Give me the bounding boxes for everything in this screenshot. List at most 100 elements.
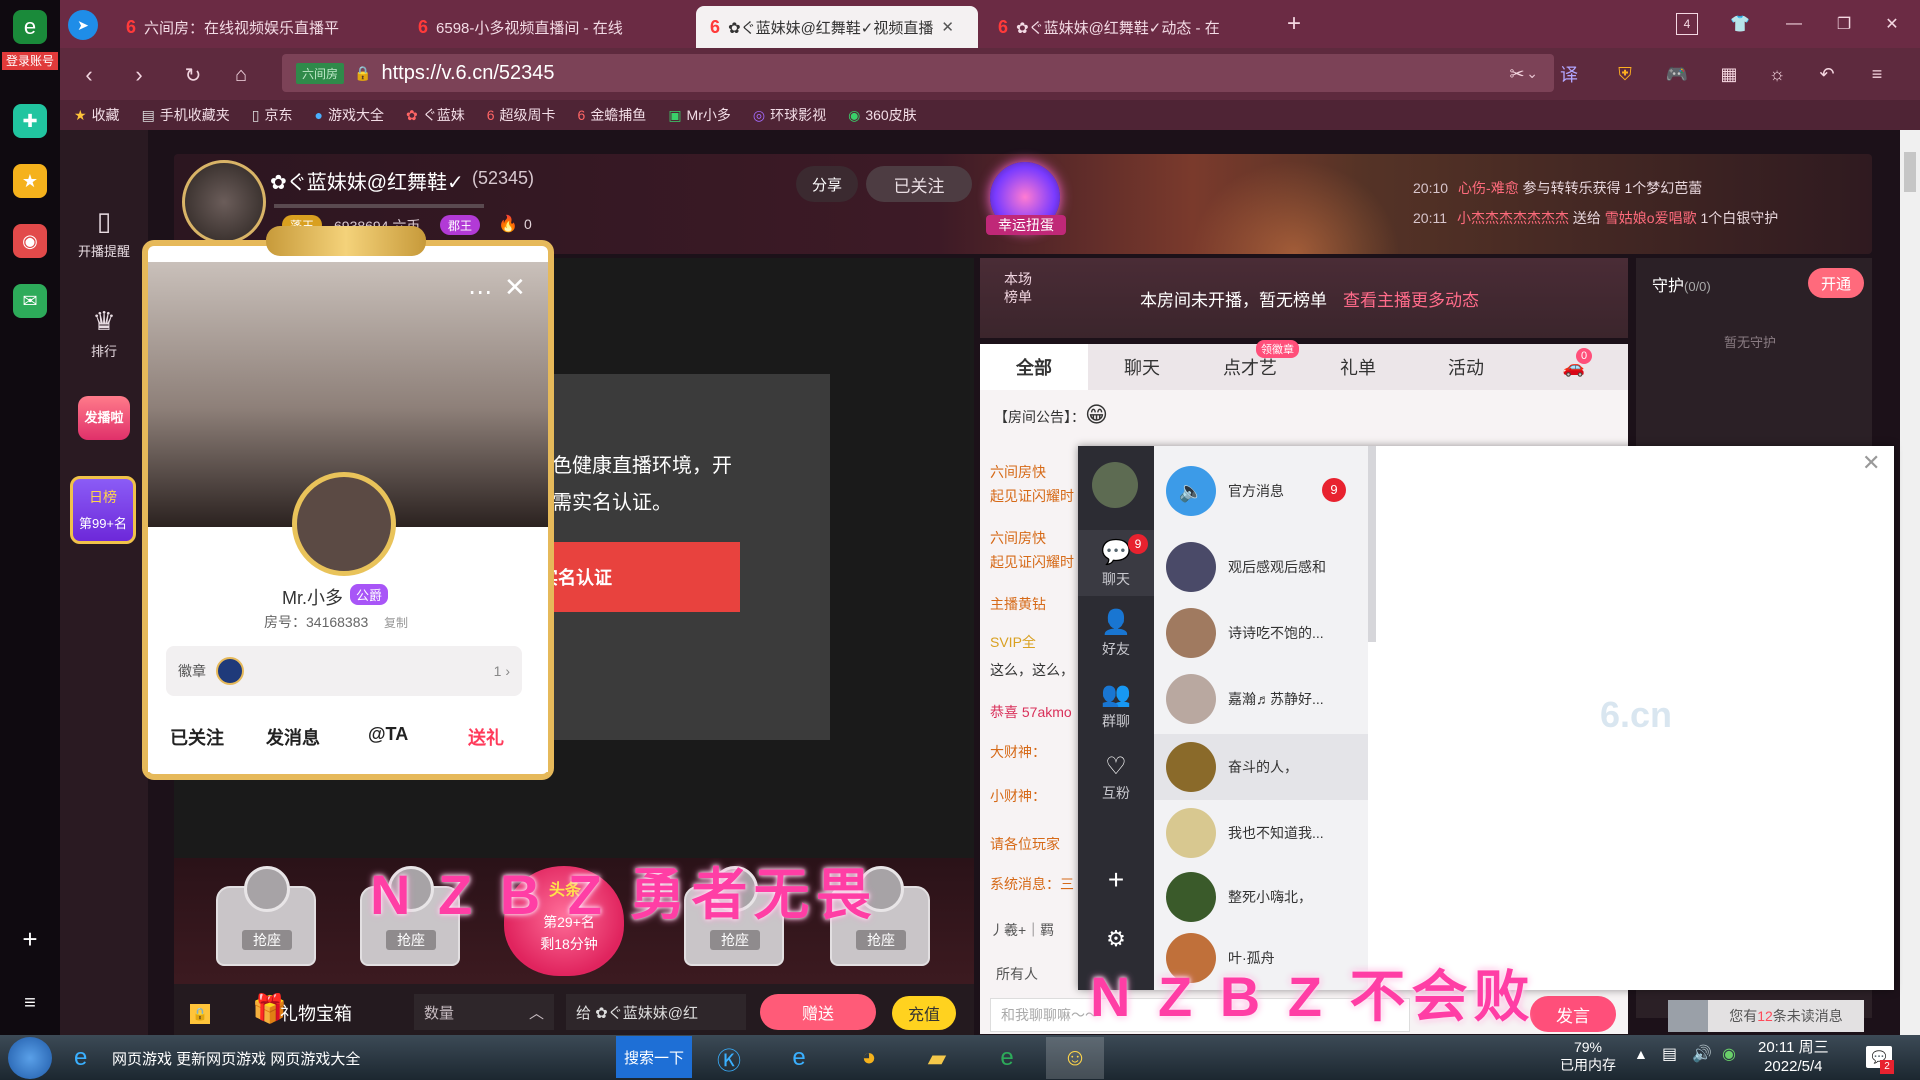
bookmark-lanmei[interactable]: ✿ ぐ蓝妹 <box>406 105 465 125</box>
bookmark-fishing[interactable]: 6 金蟾捕鱼 <box>578 105 647 125</box>
star-icon[interactable]: ★ <box>13 164 47 198</box>
bookmark-favorites[interactable]: ★ 收藏 <box>74 105 120 125</box>
mail-icon[interactable]: ✉ <box>13 284 47 318</box>
menu-icon[interactable]: ≡ <box>1860 60 1894 88</box>
card-badge-row[interactable]: 徽章 1 › <box>166 646 522 696</box>
back-button[interactable]: ‹ <box>74 60 104 90</box>
browser-logo-icon[interactable]: e <box>13 10 47 44</box>
taskbar-search-button[interactable]: 搜索一下 <box>616 1036 692 1078</box>
lock-gift-icon[interactable]: 🔒 <box>190 1004 210 1024</box>
ie-app-icon[interactable]: e <box>770 1037 828 1079</box>
volume-icon[interactable]: 🔊 <box>1692 1044 1712 1064</box>
url-field[interactable]: 六间房 🔒 https://v.6.cn/52345 ⌄ <box>282 54 1554 92</box>
share-button[interactable]: 分享 <box>796 166 858 202</box>
apps-grid-icon[interactable]: ▦ <box>1712 60 1746 88</box>
login-button[interactable]: 登录账号 <box>2 52 58 70</box>
im-nav-friends[interactable]: 👤 好友 <box>1078 608 1154 659</box>
game-icon[interactable]: 🎮 <box>1660 60 1694 88</box>
ranking-nav[interactable]: ♛ 排行 <box>60 306 148 360</box>
im-close-button[interactable]: ✕ <box>1862 450 1880 476</box>
card-close-button[interactable]: ✕ <box>504 272 526 303</box>
card-mention-button[interactable]: @TA <box>368 724 408 745</box>
chat-tab-car[interactable]: 🚗 <box>1520 344 1628 390</box>
conversation-item[interactable]: 诗诗吃不饱的... <box>1154 600 1368 666</box>
translate-icon[interactable]: 译 <box>1552 60 1586 88</box>
tab-count[interactable]: 4 <box>1676 13 1698 35</box>
reload-button[interactable]: ↻ <box>178 60 208 90</box>
more-options-icon[interactable]: ⋯ <box>468 278 492 307</box>
chat-tab-events[interactable]: 活动 <box>1412 344 1520 390</box>
im-user-avatar[interactable] <box>1092 462 1138 508</box>
bookmark-skin[interactable]: ◉ 360皮肤 <box>848 105 917 125</box>
list-icon[interactable]: ≡ <box>13 986 47 1020</box>
bookmark-jd[interactable]: ▯ 京东 <box>252 105 293 125</box>
shirt-icon[interactable]: 👕 <box>1726 10 1754 38</box>
copy-room-button[interactable]: 复制 <box>384 614 408 631</box>
daily-rank-badge[interactable]: 日榜 第99+名 <box>70 476 136 544</box>
conversation-item[interactable]: 我也不知道我... <box>1154 800 1368 866</box>
ranking-label[interactable]: 本场榜单 <box>1000 270 1036 306</box>
browser-app-icon[interactable]: e <box>978 1037 1036 1079</box>
followed-button[interactable]: 已关注 <box>866 166 972 202</box>
network-icon[interactable]: ▤ <box>1662 1044 1677 1064</box>
kugou-icon[interactable]: Ⓚ <box>700 1037 758 1079</box>
card-followed-button[interactable]: 已关注 <box>170 724 224 750</box>
folder-app-icon[interactable]: ▰ <box>908 1037 966 1079</box>
conversation-item[interactable]: 观后感观后感和 <box>1154 534 1368 600</box>
quantity-select[interactable]: 数量 ︿ <box>414 994 554 1030</box>
conversation-item[interactable]: 整死小嗨北， <box>1154 864 1368 930</box>
close-tab-icon[interactable]: ✕ <box>941 18 954 36</box>
tray-up-icon[interactable]: ▲ <box>1634 1046 1648 1062</box>
page-scrollbar[interactable] <box>1900 130 1920 1035</box>
im-settings-icon[interactable]: ⚙ <box>1078 926 1154 952</box>
anchor-avatar[interactable] <box>182 160 266 244</box>
tab-xiaoduo[interactable]: 6 6598-小多视频直播间 - 在线 <box>404 6 694 48</box>
send-gift-button[interactable]: 赠送 <box>760 994 876 1030</box>
tab-dynamics[interactable]: 6 ✿ぐ蓝妹妹@红舞鞋✓动态 - 在 <box>984 6 1274 48</box>
bookmark-mobile[interactable]: ▤ 手机收藏夹 <box>142 105 230 125</box>
chat-tab-all[interactable]: 全部 <box>980 344 1088 390</box>
chat-tab-chat[interactable]: 聊天 <box>1088 344 1196 390</box>
go-live-button[interactable]: 发播啦 <box>78 396 130 440</box>
start-button[interactable] <box>8 1037 52 1079</box>
guard-open-button[interactable]: 开通 <box>1808 268 1864 298</box>
game-app-icon[interactable]: ☺ <box>1046 1037 1104 1079</box>
brightness-icon[interactable]: ☼ <box>1760 60 1794 88</box>
tray-app-icon[interactable]: ◉ <box>1722 1044 1736 1064</box>
scissors-icon[interactable]: ✂ <box>1500 60 1534 88</box>
new-tab-button[interactable]: + <box>1280 10 1308 38</box>
bookmark-weekcard[interactable]: 6 超级周卡 <box>487 105 556 125</box>
close-window-button[interactable]: ✕ <box>1878 10 1906 38</box>
im-nav-mutual[interactable]: ♡ 互粉 <box>1078 752 1154 803</box>
im-add-icon[interactable]: + <box>1078 864 1154 896</box>
bookmark-huanqiu[interactable]: ◎ 环球影视 <box>753 105 826 125</box>
home-button[interactable]: ⌂ <box>226 60 256 90</box>
chrome-icon[interactable]: ◕ <box>840 1037 898 1079</box>
tab-liujianfang[interactable]: 6 六间房：在线视频娱乐直播平 <box>112 6 402 48</box>
forward-button[interactable]: › <box>124 60 154 90</box>
recharge-button[interactable]: 充值 <box>892 996 956 1030</box>
plus-app-icon[interactable]: ✚ <box>13 104 47 138</box>
verify-button[interactable]: 实名认证 <box>530 542 740 612</box>
minimize-button[interactable]: — <box>1780 10 1808 38</box>
more-dynamics-link[interactable]: 查看主播更多动态 <box>1343 286 1479 311</box>
card-send-gift-button[interactable]: 送礼 <box>468 724 504 750</box>
taskbar-browser-title[interactable]: 网页游戏 更新网页游戏 网页游戏大全 <box>112 1048 360 1069</box>
conversation-item[interactable]: 嘉瀚♬苏静好... <box>1154 666 1368 732</box>
gift-box-label[interactable]: 礼物宝箱 <box>280 1000 352 1026</box>
unread-messages-bar[interactable]: 您有 12 条未读消息 <box>1708 1000 1864 1032</box>
post-message-button[interactable]: 发言 <box>1530 996 1616 1032</box>
live-reminder[interactable]: ▯ 开播提醒 <box>60 206 148 260</box>
tab-current-room[interactable]: 6 ✿ぐ蓝妹妹@红舞鞋✓视频直播 ✕ <box>696 6 978 48</box>
recipient-all-select[interactable]: 所有人 <box>996 964 1038 984</box>
maximize-button[interactable]: ❐ <box>1830 10 1858 38</box>
undo-icon[interactable]: ↶ <box>1810 60 1844 88</box>
taskbar-clock[interactable]: 20:11 周三 2022/5/4 <box>1758 1038 1829 1076</box>
shield-icon[interactable]: ⛨ <box>1608 60 1642 88</box>
conversation-item[interactable]: 奋斗的人， <box>1154 734 1368 800</box>
card-avatar[interactable] <box>292 472 396 576</box>
conversation-scrollbar[interactable] <box>1368 446 1376 642</box>
recipient-select[interactable]: 给 ✿ぐ蓝妹妹@红 <box>566 994 746 1030</box>
scroll-thumb[interactable] <box>1904 152 1916 192</box>
seat-1[interactable]: 抢座 <box>206 866 326 976</box>
